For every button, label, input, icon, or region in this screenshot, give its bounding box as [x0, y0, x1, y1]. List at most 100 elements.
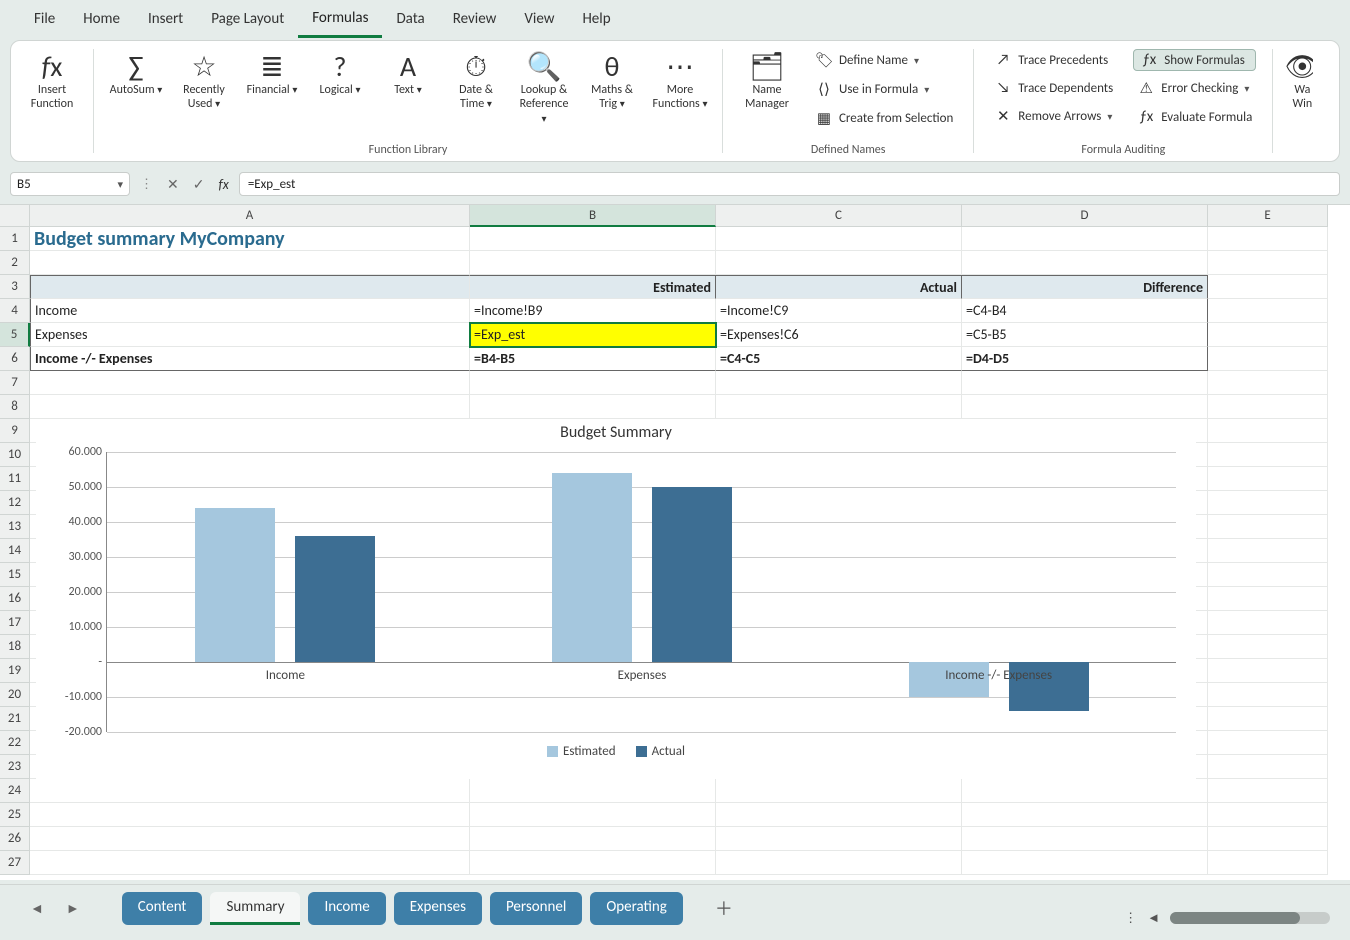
cell-A27[interactable] [30, 851, 470, 875]
row-header-16[interactable]: 16 [0, 587, 30, 611]
cell-E16[interactable] [1208, 587, 1328, 611]
row-header-8[interactable]: 8 [0, 395, 30, 419]
add-sheet-button[interactable]: ＋ [705, 891, 743, 925]
cell-E18[interactable] [1208, 635, 1328, 659]
cell-A4[interactable]: Income [30, 299, 470, 323]
trace-precedents-button[interactable]: ↗Trace Precedents [990, 49, 1117, 71]
menu-tab-insert[interactable]: Insert [134, 2, 197, 36]
trace-dependents-button[interactable]: ↘Trace Dependents [990, 77, 1117, 99]
sheet-tab-operating[interactable]: Operating [590, 892, 683, 925]
date-time-button[interactable]: ⏱Date & Time ▾ [446, 47, 506, 116]
row-header-22[interactable]: 22 [0, 731, 30, 755]
cell-A3[interactable] [30, 275, 470, 299]
show-formulas-button[interactable]: ƒxShow Formulas [1133, 49, 1256, 71]
cell-C6[interactable]: =C4-C5 [716, 347, 962, 371]
row-header-4[interactable]: 4 [0, 299, 30, 323]
cell-C5[interactable]: =Expenses!C6 [716, 323, 962, 347]
lookup-reference-button[interactable]: 🔍Lookup & Reference ▾ [514, 47, 574, 130]
row-header-25[interactable]: 25 [0, 803, 30, 827]
cell-E3[interactable] [1208, 275, 1328, 299]
more-functions-button[interactable]: ⋯More Functions ▾ [650, 47, 710, 116]
row-header-6[interactable]: 6 [0, 347, 30, 371]
row-header-9[interactable]: 9 [0, 419, 30, 443]
cell-C3[interactable]: Actual [716, 275, 962, 299]
insert-function-button[interactable]: fx Insert Function [23, 47, 81, 116]
sheet-tab-expenses[interactable]: Expenses [394, 892, 482, 925]
row-header-17[interactable]: 17 [0, 611, 30, 635]
col-header-C[interactable]: C [716, 205, 962, 227]
sheet-nav-prev[interactable]: ◄ [20, 900, 54, 917]
cell-A5[interactable]: Expenses [30, 323, 470, 347]
cell-E9[interactable] [1208, 419, 1328, 443]
sheet-tab-personnel[interactable]: Personnel [490, 892, 582, 925]
col-header-D[interactable]: D [962, 205, 1208, 227]
cell-E20[interactable] [1208, 683, 1328, 707]
cell-D4[interactable]: =C4-B4 [962, 299, 1208, 323]
cell-D7[interactable] [962, 371, 1208, 395]
cell-B27[interactable] [470, 851, 716, 875]
col-header-B[interactable]: B [470, 205, 716, 227]
cell-D24[interactable] [962, 779, 1208, 803]
cell-E22[interactable] [1208, 731, 1328, 755]
cell-D6[interactable]: =D4-D5 [962, 347, 1208, 371]
financial-button[interactable]: ≣Financial ▾ [242, 47, 302, 101]
row-header-24[interactable]: 24 [0, 779, 30, 803]
row-header-14[interactable]: 14 [0, 539, 30, 563]
cell-B7[interactable] [470, 371, 716, 395]
cell-D26[interactable] [962, 827, 1208, 851]
recently-used-button[interactable]: ☆Recently Used ▾ [174, 47, 234, 116]
formula-input[interactable]: =Exp_est [239, 172, 1340, 196]
row-header-5[interactable]: 5 [0, 323, 30, 347]
cell-A6[interactable]: Income -/- Expenses [30, 347, 470, 371]
cell-C26[interactable] [716, 827, 962, 851]
name-manager-button[interactable]: 🗂 Name Manager [735, 47, 799, 116]
cell-B24[interactable] [470, 779, 716, 803]
cell-E26[interactable] [1208, 827, 1328, 851]
row-header-3[interactable]: 3 [0, 275, 30, 299]
row-header-1[interactable]: 1 [0, 227, 30, 251]
cell-D27[interactable] [962, 851, 1208, 875]
cell-E7[interactable] [1208, 371, 1328, 395]
row-header-21[interactable]: 21 [0, 707, 30, 731]
cell-B25[interactable] [470, 803, 716, 827]
horizontal-scrollbar[interactable] [1170, 912, 1330, 924]
row-header-23[interactable]: 23 [0, 755, 30, 779]
menu-tab-view[interactable]: View [510, 2, 568, 36]
cell-B8[interactable] [470, 395, 716, 419]
cell-C7[interactable] [716, 371, 962, 395]
sheet-tab-income[interactable]: Income [308, 892, 385, 925]
cell-E25[interactable] [1208, 803, 1328, 827]
select-all-corner[interactable] [0, 205, 30, 227]
name-box[interactable]: B5 ▾ [10, 172, 130, 196]
row-header-7[interactable]: 7 [0, 371, 30, 395]
cell-E17[interactable] [1208, 611, 1328, 635]
cell-A25[interactable] [30, 803, 470, 827]
cell-E23[interactable] [1208, 755, 1328, 779]
cell-E4[interactable] [1208, 299, 1328, 323]
cell-E11[interactable] [1208, 467, 1328, 491]
cell-D25[interactable] [962, 803, 1208, 827]
watch-window-button-partial[interactable]: 👁 Wa Win [1285, 47, 1313, 116]
cell-A8[interactable] [30, 395, 470, 419]
create-from-selection-button[interactable]: ▦Create from Selection [811, 107, 957, 130]
evaluate-formula-button[interactable]: ƒxEvaluate Formula [1133, 106, 1256, 128]
cell-A7[interactable] [30, 371, 470, 395]
cell-A24[interactable] [30, 779, 470, 803]
col-header-A[interactable]: A [30, 205, 470, 227]
cell-B2[interactable] [470, 251, 716, 275]
define-name-button[interactable]: 🏷Define Name [811, 49, 957, 72]
cell-E19[interactable] [1208, 659, 1328, 683]
menu-tab-data[interactable]: Data [382, 2, 438, 36]
menu-tab-home[interactable]: Home [69, 2, 134, 36]
cell-D1[interactable] [962, 227, 1208, 251]
row-header-19[interactable]: 19 [0, 659, 30, 683]
cell-E8[interactable] [1208, 395, 1328, 419]
row-header-20[interactable]: 20 [0, 683, 30, 707]
cell-D3[interactable]: Difference [962, 275, 1208, 299]
text-button[interactable]: AText ▾ [378, 47, 438, 101]
cell-E21[interactable] [1208, 707, 1328, 731]
cell-B3[interactable]: Estimated [470, 275, 716, 299]
cell-B4[interactable]: =Income!B9 [470, 299, 716, 323]
row-header-18[interactable]: 18 [0, 635, 30, 659]
cell-E14[interactable] [1208, 539, 1328, 563]
